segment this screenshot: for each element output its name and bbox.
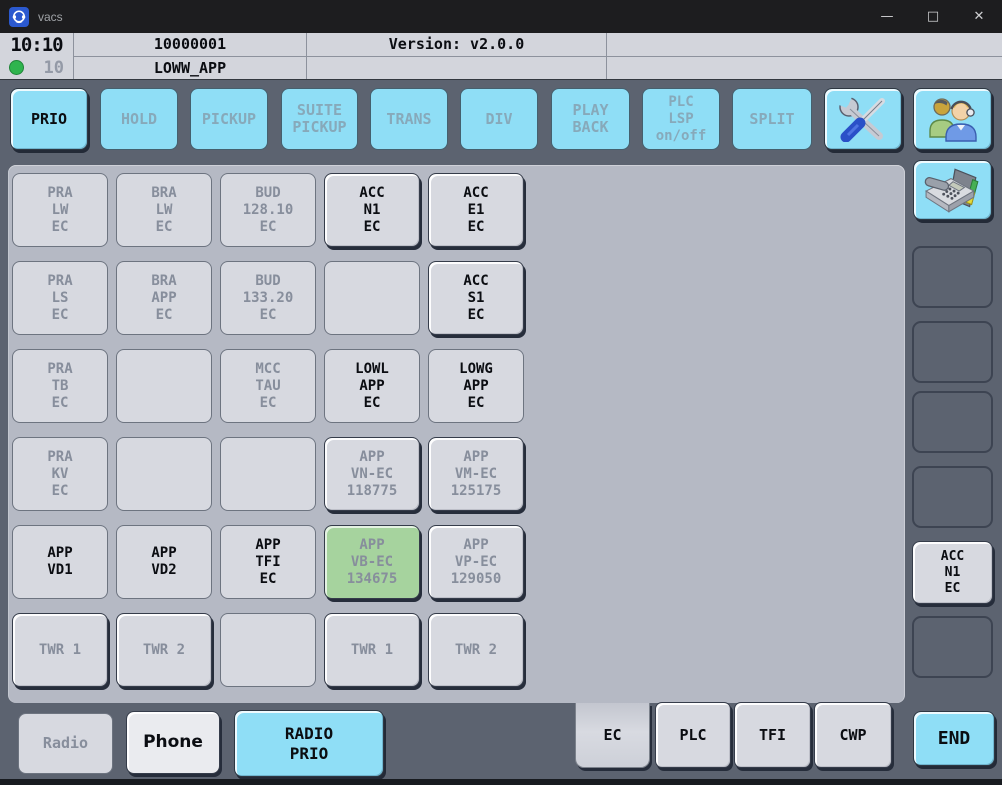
- plc-lsp-button[interactable]: PLC LSP on/off: [642, 88, 720, 150]
- phone-directory-icon: [924, 166, 982, 214]
- status-count: 10: [44, 58, 64, 78]
- status-dot: [9, 60, 24, 75]
- info-empty-cell: [607, 33, 1002, 57]
- key-pra-lw-ec[interactable]: PRA LW EC: [12, 173, 108, 247]
- station-name: LOWW_APP: [74, 57, 306, 80]
- key-pra-kv-ec[interactable]: PRA KV EC: [12, 437, 108, 511]
- trans-button[interactable]: TRANS: [370, 88, 448, 150]
- playback-button[interactable]: PLAY BACK: [551, 88, 630, 150]
- maximize-button[interactable]: □: [910, 0, 956, 33]
- tab-tfi[interactable]: TFI: [734, 702, 811, 768]
- key-pra-tb-ec[interactable]: PRA TB EC: [12, 349, 108, 423]
- key-twr2-right[interactable]: TWR 2: [428, 613, 524, 687]
- phonebook-button[interactable]: [913, 160, 992, 220]
- key-bud-12810[interactable]: BUD 128.10 EC: [220, 173, 316, 247]
- version-label: Version: v2.0.0: [307, 33, 606, 57]
- sidebar-empty-slot: [912, 321, 993, 383]
- sidebar-empty-slot: [912, 466, 993, 528]
- directory-users-button[interactable]: [913, 88, 992, 150]
- tools-icon: [837, 96, 889, 142]
- sidebar-key-acc-n1-ec[interactable]: ACC N1 EC: [912, 541, 993, 604]
- key-lowg-app-ec[interactable]: LOWG APP EC: [428, 349, 524, 423]
- key-app-vb-ec-active[interactable]: APP VB-EC 134675: [324, 525, 420, 599]
- info-empty-cell: [607, 57, 1002, 80]
- radio-mode-button[interactable]: Radio: [18, 713, 113, 774]
- key-bud-13320[interactable]: BUD 133.20 EC: [220, 261, 316, 335]
- minimize-button[interactable]: —: [864, 0, 910, 33]
- key-empty: [116, 349, 212, 423]
- tab-cwp[interactable]: CWP: [814, 702, 892, 768]
- info-bar: 10:10 10 10000001 LOWW_APP Version: v2.0…: [0, 33, 1002, 80]
- window-title: vacs: [38, 10, 63, 24]
- key-lowl-app-ec[interactable]: LOWL APP EC: [324, 349, 420, 423]
- info-empty-cell: [307, 57, 606, 80]
- key-app-vm-ec[interactable]: APP VM-EC 125175: [428, 437, 524, 511]
- phone-mode-button[interactable]: Phone: [126, 711, 220, 774]
- radio-prio-button[interactable]: RADIO PRIO: [234, 710, 384, 777]
- key-app-vd1[interactable]: APP VD1: [12, 525, 108, 599]
- key-mcc-tau-ec[interactable]: MCC TAU EC: [220, 349, 316, 423]
- split-button[interactable]: SPLIT: [732, 88, 812, 150]
- key-twr1-right[interactable]: TWR 1: [324, 613, 420, 687]
- people-headset-icon: [927, 96, 979, 142]
- div-button[interactable]: DIV: [460, 88, 538, 150]
- key-grid: PRA LW EC BRA LW EC BUD 128.10 EC ACC N1…: [12, 173, 524, 687]
- sidebar-empty-slot: [912, 246, 993, 308]
- window-bottom-edge: [0, 779, 1002, 785]
- key-bra-lw-ec[interactable]: BRA LW EC: [116, 173, 212, 247]
- key-app-vp-ec[interactable]: APP VP-EC 129050: [428, 525, 524, 599]
- key-bra-app-ec[interactable]: BRA APP EC: [116, 261, 212, 335]
- key-twr2-left[interactable]: TWR 2: [116, 613, 212, 687]
- key-empty: [116, 437, 212, 511]
- prio-button[interactable]: PRIO: [10, 88, 88, 150]
- key-acc-n1-ec[interactable]: ACC N1 EC: [324, 173, 420, 247]
- station-id: 10000001: [74, 33, 306, 57]
- sidebar-empty-slot: [912, 391, 993, 453]
- sidebar-empty-slot: [912, 616, 993, 678]
- key-app-vn-ec[interactable]: APP VN-EC 118775: [324, 437, 420, 511]
- tab-plc[interactable]: PLC: [655, 702, 731, 768]
- key-acc-s1-ec[interactable]: ACC S1 EC: [428, 261, 524, 335]
- titlebar: vacs — □ ✕: [0, 0, 1002, 33]
- clock: 10:10: [0, 33, 73, 56]
- end-button[interactable]: END: [913, 711, 995, 766]
- pickup-button[interactable]: PICKUP: [190, 88, 268, 150]
- key-app-vd2[interactable]: APP VD2: [116, 525, 212, 599]
- hold-button[interactable]: HOLD: [100, 88, 178, 150]
- tab-ec[interactable]: EC: [575, 703, 650, 768]
- key-empty: [220, 437, 316, 511]
- key-acc-e1-ec[interactable]: ACC E1 EC: [428, 173, 524, 247]
- key-pra-ls-ec[interactable]: PRA LS EC: [12, 261, 108, 335]
- key-twr1-left[interactable]: TWR 1: [12, 613, 108, 687]
- key-app-tfi-ec[interactable]: APP TFI EC: [220, 525, 316, 599]
- key-empty: [324, 261, 420, 335]
- suite-pickup-button[interactable]: SUITE PICKUP: [281, 88, 358, 150]
- app-icon: [9, 7, 29, 27]
- tools-button[interactable]: [824, 88, 902, 150]
- key-empty: [220, 613, 316, 687]
- close-button[interactable]: ✕: [956, 0, 1002, 33]
